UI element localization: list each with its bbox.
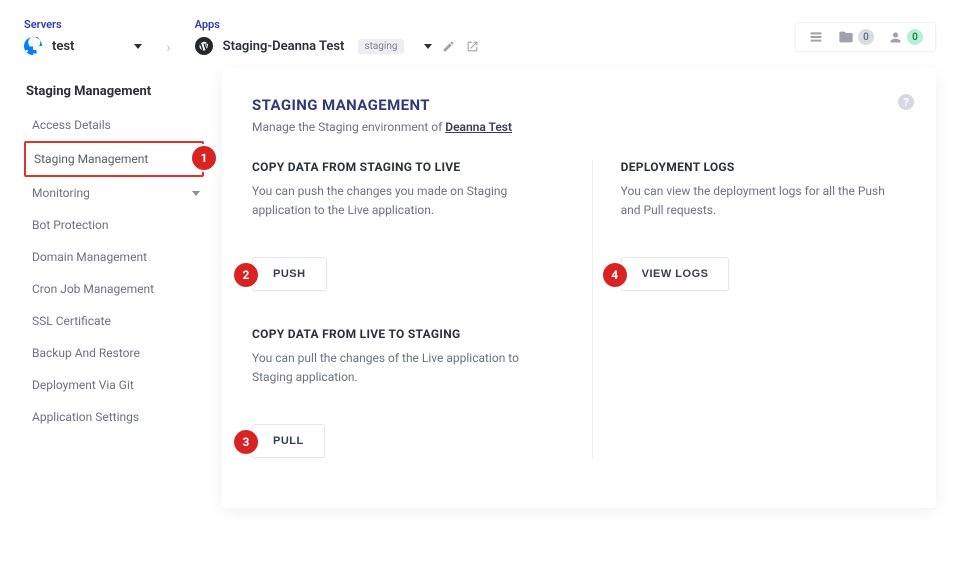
sidebar-item-monitoring[interactable]: Monitoring (24, 177, 204, 209)
breadcrumb-chevron-icon: › (166, 18, 170, 56)
push-section: COPY DATA FROM STAGING TO LIVE You can p… (252, 160, 552, 291)
sidebar-heading: Staging Management (24, 74, 204, 109)
sidebar-item-label: Staging Management (34, 152, 148, 166)
panel-right-column: DEPLOYMENT LOGS You can view the deploym… (592, 160, 906, 458)
open-app-icon[interactable] (466, 39, 480, 53)
panel-title: STAGING MANAGEMENT (252, 96, 906, 114)
sidebar-item-label: Cron Job Management (32, 282, 154, 296)
db-count[interactable]: 0 (838, 29, 874, 45)
sidebar-item-deployment-git[interactable]: Deployment Via Git (24, 369, 204, 401)
app-env-tag: staging (358, 39, 403, 54)
sidebar-item-label: Domain Management (32, 250, 147, 264)
logs-section: DEPLOYMENT LOGS You can view the deploym… (621, 160, 906, 291)
sidebar-item-application-settings[interactable]: Application Settings (24, 401, 204, 433)
caret-down-icon (192, 191, 200, 196)
server-list-icon[interactable] (808, 29, 824, 45)
sidebar-item-label: Application Settings (32, 410, 139, 424)
panel-subtitle-link[interactable]: Deanna Test (445, 120, 512, 134)
server-picker-section: Servers test (24, 18, 142, 55)
app-picker-section: Apps Staging-Deanna Test staging (195, 18, 480, 55)
user-count[interactable]: 0 (888, 29, 923, 45)
top-action-bar: 0 0 (795, 22, 936, 52)
logs-body: You can view the deployment logs for all… (621, 182, 906, 219)
server-picker[interactable]: test (24, 37, 142, 55)
pull-body: You can pull the changes of the Live app… (252, 349, 552, 386)
sidebar-item-label: Access Details (32, 118, 111, 132)
push-body: You can push the changes you made on Sta… (252, 182, 552, 219)
pull-title: COPY DATA FROM LIVE TO STAGING (252, 327, 552, 341)
annotation-marker-1: 1 (192, 146, 216, 170)
help-icon[interactable]: ? (898, 94, 914, 110)
app-picker[interactable]: Staging-Deanna Test staging (195, 37, 480, 55)
sidebar-item-label: SSL Certificate (32, 314, 111, 328)
push-title: COPY DATA FROM STAGING TO LIVE (252, 160, 552, 174)
db-count-badge: 0 (858, 29, 874, 45)
annotation-marker-4: 4 (603, 263, 627, 287)
annotation-marker-2: 2 (234, 263, 258, 287)
wordpress-icon (195, 37, 213, 55)
sidebar-item-label: Deployment Via Git (32, 378, 134, 392)
apps-label: Apps (195, 18, 480, 31)
panel-subtitle-text: Manage the Staging environment of (252, 120, 445, 134)
panel-header: STAGING MANAGEMENT Manage the Staging en… (252, 96, 906, 134)
sidebar-item-label: Bot Protection (32, 218, 108, 232)
panel-subtitle: Manage the Staging environment of Deanna… (252, 120, 906, 134)
caret-down-icon (134, 44, 142, 49)
main-body: Staging Management Access Details Stagin… (0, 68, 960, 532)
view-logs-button[interactable]: VIEW LOGS (621, 257, 730, 291)
logs-title: DEPLOYMENT LOGS (621, 160, 906, 174)
sidebar-item-label: Backup And Restore (32, 346, 140, 360)
pull-section: COPY DATA FROM LIVE TO STAGING You can p… (252, 327, 552, 458)
main-panel: ? STAGING MANAGEMENT Manage the Staging … (222, 68, 936, 508)
caret-down-icon (424, 44, 432, 49)
app-name: Staging-Deanna Test (223, 39, 345, 54)
sidebar-item-staging-management[interactable]: Staging Management 1 (24, 141, 204, 177)
server-name: test (52, 39, 74, 54)
sidebar: Staging Management Access Details Stagin… (24, 68, 204, 508)
user-count-badge: 0 (907, 29, 923, 45)
sidebar-item-label: Monitoring (32, 186, 90, 200)
panel-left-column: COPY DATA FROM STAGING TO LIVE You can p… (252, 160, 552, 458)
topbar: Servers test › Apps Staging-Deanna Test … (0, 0, 960, 68)
sidebar-item-cron-job-management[interactable]: Cron Job Management (24, 273, 204, 305)
sidebar-item-domain-management[interactable]: Domain Management (24, 241, 204, 273)
sidebar-item-backup-restore[interactable]: Backup And Restore (24, 337, 204, 369)
panel-sections: COPY DATA FROM STAGING TO LIVE You can p… (252, 160, 906, 458)
pull-button[interactable]: PULL (252, 424, 325, 458)
push-button[interactable]: PUSH (252, 257, 327, 291)
edit-app-icon[interactable] (442, 39, 456, 53)
sidebar-item-bot-protection[interactable]: Bot Protection (24, 209, 204, 241)
servers-label: Servers (24, 18, 142, 31)
sidebar-item-ssl-certificate[interactable]: SSL Certificate (24, 305, 204, 337)
sidebar-item-access-details[interactable]: Access Details (24, 109, 204, 141)
digitalocean-icon (24, 37, 42, 55)
